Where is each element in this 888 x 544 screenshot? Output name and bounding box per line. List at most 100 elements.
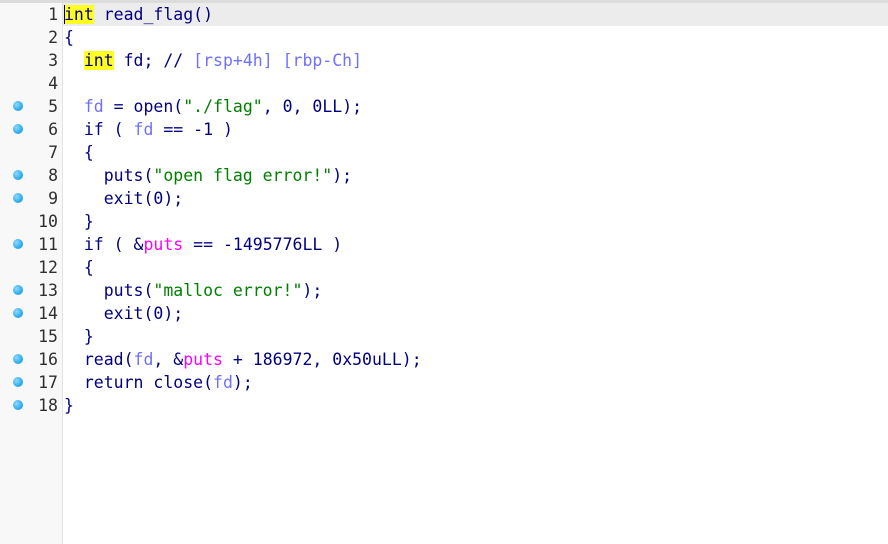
code-token[interactable]: puts	[143, 235, 183, 254]
code-token[interactable]: );	[233, 373, 253, 392]
code-line[interactable]: 1 int read_flag()	[0, 3, 888, 26]
code-text[interactable]: if ( &puts == -1495776LL )	[64, 233, 342, 256]
code-token[interactable]: {	[64, 258, 94, 277]
code-token[interactable]	[64, 97, 84, 116]
code-text[interactable]: puts("open flag error!");	[64, 164, 352, 187]
line-number: 8	[48, 166, 58, 185]
line-number: 5	[48, 97, 58, 116]
code-token[interactable]: "open flag error!"	[153, 166, 332, 185]
code-token[interactable]	[64, 51, 84, 70]
code-line[interactable]: 7 {	[0, 141, 888, 164]
code-token[interactable]: == -1 )	[153, 120, 233, 139]
code-token[interactable]: fd	[134, 120, 154, 139]
code-token[interactable]: if ( &	[64, 235, 144, 254]
code-line[interactable]: 9 exit(0);	[0, 187, 888, 210]
line-number: 14	[38, 304, 58, 323]
code-line[interactable]: 4	[0, 72, 888, 95]
code-token[interactable]: {	[64, 28, 74, 47]
code-token[interactable]: read_flag()	[94, 5, 213, 24]
code-token[interactable]: );	[302, 281, 322, 300]
code-text[interactable]: {	[64, 256, 94, 279]
line-number: 2	[48, 28, 58, 47]
code-text[interactable]: return close(fd);	[64, 371, 253, 394]
code-token[interactable]: "./flag"	[183, 97, 262, 116]
breakpoint-dot-icon[interactable]	[13, 377, 23, 387]
line-number: 3	[48, 51, 58, 70]
code-token[interactable]: }	[64, 212, 94, 231]
code-token[interactable]: );	[332, 166, 352, 185]
code-token[interactable]: fd	[134, 350, 154, 369]
code-text[interactable]: exit(0);	[64, 302, 183, 325]
line-number: 6	[48, 120, 58, 139]
code-line[interactable]: 18}	[0, 394, 888, 417]
code-token[interactable]: puts(	[64, 281, 154, 300]
code-token[interactable]: puts	[183, 350, 223, 369]
code-line[interactable]: 3 int fd; // [rsp+4h] [rbp-Ch]	[0, 49, 888, 72]
code-line[interactable]: 10 }	[0, 210, 888, 233]
code-token[interactable]: read(	[64, 350, 134, 369]
code-token[interactable]: int	[64, 5, 94, 24]
line-number: 13	[38, 281, 58, 300]
breakpoint-dot-icon[interactable]	[13, 101, 23, 111]
code-text[interactable]: int read_flag()	[64, 3, 213, 26]
code-token[interactable]: puts(	[64, 166, 154, 185]
line-number: 4	[48, 74, 58, 93]
code-text[interactable]: int fd; // [rsp+4h] [rbp-Ch]	[64, 49, 362, 72]
code-token[interactable]: if (	[64, 120, 134, 139]
code-token[interactable]: int	[83, 51, 114, 70]
code-line[interactable]: 17 return close(fd);	[0, 371, 888, 394]
code-text[interactable]: }	[64, 210, 94, 233]
breakpoint-dot-icon[interactable]	[13, 239, 23, 249]
code-text[interactable]: if ( fd == -1 )	[64, 118, 233, 141]
code-text[interactable]: read(fd, &puts + 186972, 0x50uLL);	[64, 348, 422, 371]
code-line[interactable]: 2{	[0, 26, 888, 49]
code-line[interactable]: 12 {	[0, 256, 888, 279]
code-token[interactable]: "malloc error!"	[153, 281, 302, 300]
breakpoint-dot-icon[interactable]	[13, 308, 23, 318]
code-token[interactable]: + 186972, 0x50uLL);	[223, 350, 422, 369]
code-token[interactable]: , 0, 0LL);	[263, 97, 362, 116]
line-number: 15	[38, 327, 58, 346]
code-line[interactable]: 14 exit(0);	[0, 302, 888, 325]
code-text[interactable]: }	[64, 394, 74, 417]
code-line[interactable]: 6 if ( fd == -1 )	[0, 118, 888, 141]
code-line[interactable]: 5 fd = open("./flag", 0, 0LL);	[0, 95, 888, 118]
code-token[interactable]: exit(0);	[64, 304, 183, 323]
breakpoint-dot-icon[interactable]	[13, 170, 23, 180]
code-token[interactable]: }	[64, 327, 94, 346]
code-line[interactable]: 13 puts("malloc error!");	[0, 279, 888, 302]
code-text[interactable]: puts("malloc error!");	[64, 279, 323, 302]
line-number: 11	[38, 235, 58, 254]
line-number: 7	[48, 143, 58, 162]
code-text[interactable]: {	[64, 141, 94, 164]
line-number: 12	[38, 258, 58, 277]
breakpoint-dot-icon[interactable]	[13, 285, 23, 295]
code-text[interactable]: {	[64, 26, 74, 49]
code-line[interactable]: 16 read(fd, &puts + 186972, 0x50uLL);	[0, 348, 888, 371]
code-token[interactable]: fd; //	[114, 51, 193, 70]
code-text[interactable]: }	[64, 325, 94, 348]
code-text[interactable]: fd = open("./flag", 0, 0LL);	[64, 95, 362, 118]
breakpoint-dot-icon[interactable]	[13, 124, 23, 134]
code-token[interactable]: return close(	[64, 373, 213, 392]
code-text[interactable]: exit(0);	[64, 187, 183, 210]
code-line[interactable]: 15 }	[0, 325, 888, 348]
code-token[interactable]: }	[64, 396, 74, 415]
line-number: 18	[38, 396, 58, 415]
code-token[interactable]: exit(0);	[64, 189, 183, 208]
code-token[interactable]: == -1495776LL )	[183, 235, 342, 254]
code-token[interactable]: , &	[153, 350, 183, 369]
breakpoint-dot-icon[interactable]	[13, 193, 23, 203]
code-token[interactable]: = open(	[104, 97, 184, 116]
code-line[interactable]: 8 puts("open flag error!");	[0, 164, 888, 187]
code-token[interactable]: fd	[213, 373, 233, 392]
code-token[interactable]: fd	[84, 97, 104, 116]
breakpoint-dot-icon[interactable]	[13, 354, 23, 364]
line-number: 16	[38, 350, 58, 369]
breakpoint-dot-icon[interactable]	[13, 400, 23, 410]
code-token[interactable]: {	[64, 143, 94, 162]
code-line[interactable]: 11 if ( &puts == -1495776LL )	[0, 233, 888, 256]
line-number: 17	[38, 373, 58, 392]
code-token[interactable]: [rsp+4h] [rbp-Ch]	[193, 51, 362, 70]
line-number: 9	[48, 189, 58, 208]
